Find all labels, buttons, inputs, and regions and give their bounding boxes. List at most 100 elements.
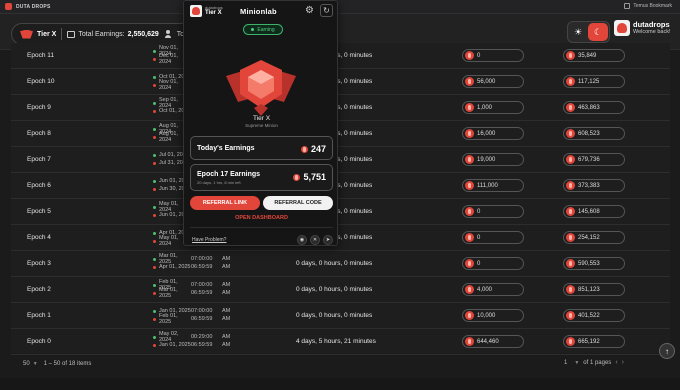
coin-icon	[465, 181, 474, 190]
earnings-pill: 4,000	[462, 283, 524, 296]
table-row: Epoch 3 Mar 01, 2025 07:00:00 AM Apr 01, 202…	[11, 251, 670, 277]
total-pill: 665,192	[563, 335, 625, 348]
chevron-down-icon[interactable]: ▼	[33, 361, 38, 367]
start-dot-icon	[153, 127, 156, 131]
coin-icon	[465, 155, 474, 164]
earnings-value: 0	[477, 234, 481, 241]
status-badge: Earning	[243, 24, 283, 35]
total-pill: 608,523	[563, 127, 625, 140]
coin-icon	[566, 77, 575, 86]
username: dutadrops	[633, 19, 670, 29]
scroll-top-button[interactable]: ↑	[659, 343, 675, 359]
tier-name: Tier X	[252, 115, 271, 122]
popup-tier: Tier X	[205, 10, 222, 16]
user-menu[interactable]: dutadrops Welcome back!	[614, 20, 671, 36]
end-ampm: AM	[222, 290, 231, 296]
favicon-icon	[5, 3, 12, 10]
total-pill: 679,736	[563, 153, 625, 166]
page-select[interactable]: 1	[564, 360, 567, 366]
welcome-text: Welcome back!	[633, 28, 671, 35]
epoch-dates: Feb 01, 2025 07:00:00 AM Mar 01, 2025 06:59:…	[153, 279, 234, 299]
start-ampm: AM	[222, 308, 231, 314]
start-dot-icon	[153, 179, 156, 183]
coin-icon	[566, 207, 575, 216]
coin-icon	[566, 337, 575, 346]
items-range: 1 – 50 of 18 items	[43, 361, 92, 367]
epoch-duration: 0 days, 0 hours, 0 minutes	[296, 286, 373, 293]
start-time: 00:29:00	[191, 334, 213, 340]
total-value: 254,152	[578, 234, 600, 241]
epoch-dates: May 02, 2024 00:29:00 AM Jan 01, 2025 06:59:…	[153, 331, 234, 349]
start-time: 07:00:00	[191, 308, 213, 314]
coin-icon	[465, 51, 474, 60]
start-dot-icon	[153, 257, 156, 261]
prev-page-icon[interactable]: ‹	[615, 359, 617, 366]
referral-link-button[interactable]: REFERRAL LINK	[190, 196, 260, 210]
avatar[interactable]	[614, 20, 630, 36]
refresh-icon[interactable]: ↻	[320, 4, 333, 17]
bookmark-label: Temus Bookmark	[633, 3, 672, 9]
coin-icon	[465, 285, 474, 294]
epoch-name: Epoch 1	[27, 312, 51, 319]
start-time: 07:00:00	[191, 282, 213, 288]
extension-popup: dutadrops Tier X Minionlab ⚙ ↻ Earning T…	[183, 0, 338, 246]
sun-icon[interactable]: ☀	[568, 27, 588, 38]
chevron-down-icon[interactable]: ▼	[574, 360, 579, 366]
end-date: Jan 01, 2025	[159, 342, 191, 348]
epochs-table: Epoch 11Nov 01, 2024Dec 01, 20240 days, …	[11, 43, 670, 355]
table-row: Epoch 9Sep 01, 2024Oct 01, 20240 days, 0…	[11, 95, 670, 121]
epoch-name: Epoch 10	[27, 78, 55, 85]
table-row: Epoch 11Nov 01, 2024Dec 01, 20240 days, …	[11, 43, 670, 69]
discord-icon[interactable]: ◉	[297, 235, 307, 245]
total-pill: 254,152	[563, 231, 625, 244]
earnings-pill: 1,000	[462, 101, 524, 114]
coin-icon	[465, 311, 474, 320]
total-pill: 373,383	[563, 179, 625, 192]
coin-icon	[566, 155, 575, 164]
start-dot-icon	[153, 101, 156, 105]
coin-icon	[465, 129, 474, 138]
total-pill: 35,849	[563, 49, 625, 62]
bookmark[interactable]: Temus Bookmark	[624, 3, 672, 9]
coin-icon	[566, 233, 575, 242]
epoch-name: Epoch 3	[27, 260, 51, 267]
total-pill: 145,608	[563, 205, 625, 218]
tier-emblem-icon	[226, 60, 296, 116]
per-page-select[interactable]: 50	[23, 361, 30, 367]
have-problem-link[interactable]: Have Problem?	[192, 237, 226, 243]
next-page-icon[interactable]: ›	[622, 359, 624, 366]
earnings-value: 4,000	[477, 286, 493, 293]
table-row: Epoch 8Aug 01, 2024Aug 01, 20240 days, 0…	[11, 121, 670, 147]
total-earnings-label: Total Earnings:	[78, 30, 125, 38]
end-dot-icon	[153, 187, 156, 191]
status-label: Earning	[257, 26, 275, 33]
coin-icon	[566, 103, 575, 112]
total-pill: 851,123	[563, 283, 625, 296]
open-dashboard-link[interactable]: OPEN DASHBOARD	[184, 215, 339, 221]
total-value: 117,125	[578, 78, 600, 85]
telegram-icon[interactable]: ➤	[323, 235, 333, 245]
epoch-duration: 0 days, 0 hours, 0 minutes	[296, 260, 373, 267]
earnings-pill: 0	[462, 231, 524, 244]
table-row: Epoch 7Jul 01, 2024Jul 31, 20240 days, 0…	[11, 147, 670, 173]
earnings-pill: 10,000	[462, 309, 524, 322]
earnings-value: 16,000	[477, 130, 496, 137]
coin-icon	[465, 103, 474, 112]
epoch-duration: 4 days, 5 hours, 21 minutes	[296, 338, 376, 345]
epoch-name: Epoch 5	[27, 208, 51, 215]
moon-icon[interactable]: ☾	[588, 23, 608, 41]
coin-icon	[566, 259, 575, 268]
earnings-value: 19,000	[477, 156, 496, 163]
tab-title[interactable]: DUTA DROPS	[16, 4, 51, 10]
table-footer: 50 ▼ 1 – 50 of 18 items 1 ▼ of 1 pages ‹…	[11, 353, 670, 375]
gear-icon[interactable]: ⚙	[304, 5, 315, 16]
total-pill: 401,522	[563, 309, 625, 322]
earnings-pill: 16,000	[462, 127, 524, 140]
earnings-pill: 644,460	[462, 335, 524, 348]
x-icon[interactable]: ✕	[310, 235, 320, 245]
end-dot-icon	[153, 161, 156, 165]
epoch-name: Epoch 9	[27, 104, 51, 111]
earnings-value: 0	[477, 208, 481, 215]
theme-toggle[interactable]: ☀ ☾	[567, 21, 610, 43]
referral-code-button[interactable]: REFERRAL CODE	[263, 196, 333, 210]
